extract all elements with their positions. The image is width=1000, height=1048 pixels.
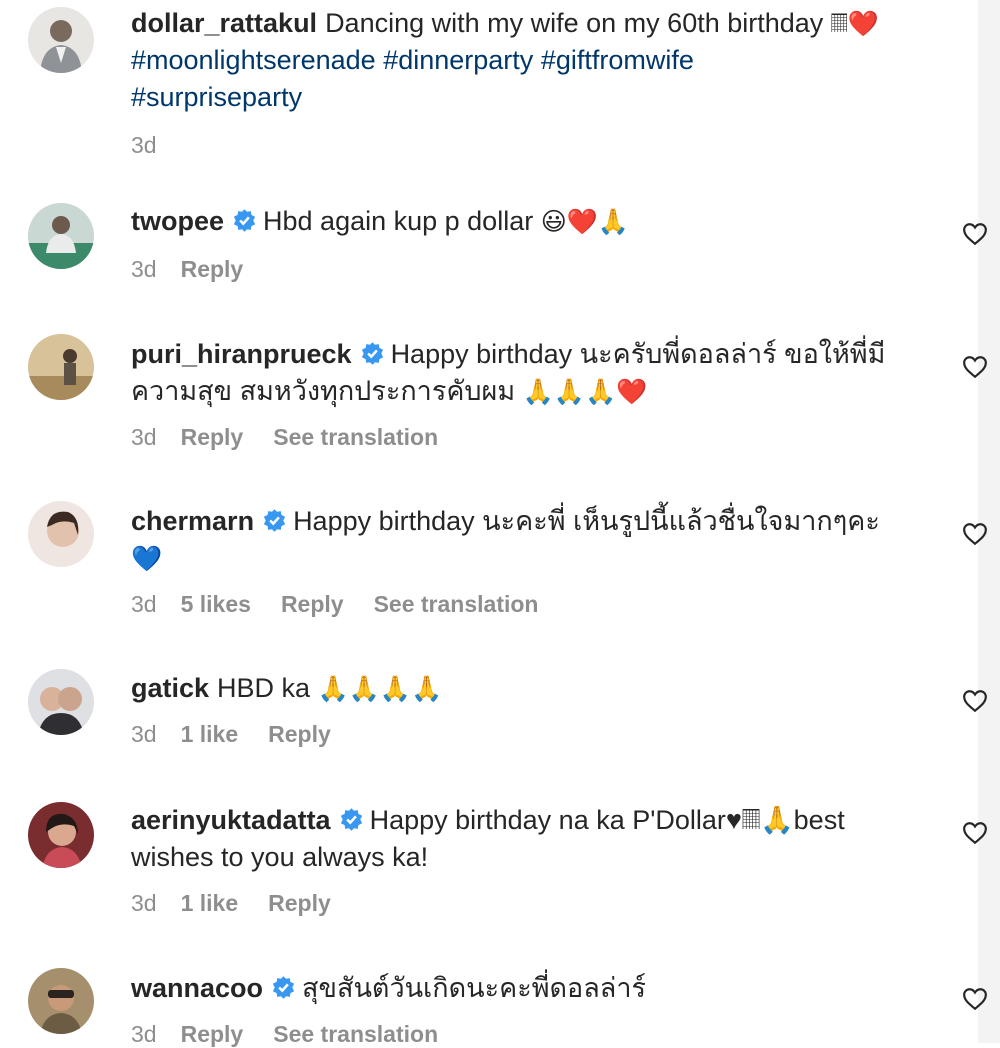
comment-username[interactable]: puri_hiranprueck bbox=[131, 339, 352, 369]
verified-badge-icon bbox=[340, 808, 362, 831]
likes-count[interactable]: 1 like bbox=[181, 890, 239, 916]
comment-username[interactable]: aerinyuktadatta bbox=[131, 805, 331, 835]
avatar[interactable] bbox=[28, 501, 94, 567]
comment-time[interactable]: 3d bbox=[131, 721, 157, 747]
reply-button[interactable]: Reply bbox=[181, 256, 244, 282]
verified-badge-icon bbox=[263, 509, 286, 532]
comment-emoji: 💙 bbox=[131, 544, 163, 573]
reply-button[interactable]: Reply bbox=[268, 721, 331, 747]
reply-button[interactable]: Reply bbox=[181, 1021, 244, 1047]
reply-button[interactable]: Reply bbox=[268, 890, 331, 916]
comment-username[interactable]: chermarn bbox=[131, 506, 254, 536]
comment-text: Happy birthday นะคะพี่ เห็นรูปนี้แล้วชื่… bbox=[293, 506, 880, 536]
hashtag[interactable]: #surpriseparty bbox=[131, 82, 302, 112]
reply-button[interactable]: Reply bbox=[281, 591, 344, 617]
comment-time[interactable]: 3d bbox=[131, 132, 157, 158]
avatar[interactable] bbox=[28, 669, 94, 735]
comment-text: Hbd again kup p dollar bbox=[263, 206, 534, 236]
avatar[interactable] bbox=[28, 334, 94, 400]
caption-text: Dancing with my wife on my 60th birthday bbox=[325, 8, 824, 38]
comment-time[interactable]: 3d bbox=[131, 424, 157, 450]
avatar[interactable] bbox=[28, 802, 94, 868]
likes-count[interactable]: 1 like bbox=[181, 721, 239, 747]
comment-time[interactable]: 3d bbox=[131, 1021, 157, 1047]
caption-emoji: 𝄜❤️ bbox=[830, 9, 879, 38]
comment-username[interactable]: twopee bbox=[131, 206, 224, 236]
heart-outline-icon[interactable] bbox=[962, 821, 988, 845]
verified-badge-icon bbox=[233, 209, 256, 232]
comment-time[interactable]: 3d bbox=[131, 591, 157, 617]
heart-outline-icon[interactable] bbox=[962, 355, 988, 379]
avatar[interactable] bbox=[28, 203, 94, 269]
see-translation-button[interactable]: See translation bbox=[273, 1021, 438, 1047]
heart-outline-icon[interactable] bbox=[962, 689, 988, 713]
avatar[interactable] bbox=[28, 968, 94, 1034]
comment-emoji: 🙏🙏🙏❤️ bbox=[522, 377, 648, 406]
caption-username[interactable]: dollar_rattakul bbox=[131, 8, 317, 38]
hashtag[interactable]: #giftfromwife bbox=[541, 45, 694, 75]
see-translation-button[interactable]: See translation bbox=[374, 591, 539, 617]
comment-emoji: 😃❤️🙏 bbox=[540, 207, 630, 236]
see-translation-button[interactable]: See translation bbox=[273, 424, 438, 450]
verified-badge-icon bbox=[272, 976, 295, 999]
heart-outline-icon[interactable] bbox=[962, 222, 988, 246]
likes-count[interactable]: 5 likes bbox=[181, 591, 251, 617]
comment-username[interactable]: wannacoo bbox=[131, 973, 263, 1003]
comment-emoji: 🙏🙏🙏🙏 bbox=[317, 674, 443, 703]
comment-time[interactable]: 3d bbox=[131, 256, 157, 282]
hashtag[interactable]: #dinnerparty bbox=[383, 45, 533, 75]
comment-text: สุขสันต์วันเกิดนะคะพี่ดอลล่าร์ bbox=[302, 973, 646, 1003]
reply-button[interactable]: Reply bbox=[181, 424, 244, 450]
comment-time[interactable]: 3d bbox=[131, 890, 157, 916]
avatar[interactable] bbox=[28, 7, 94, 73]
heart-outline-icon[interactable] bbox=[962, 522, 988, 546]
comment-text: HBD ka bbox=[217, 673, 311, 703]
hashtag[interactable]: #moonlightserenade bbox=[131, 45, 376, 75]
heart-outline-icon[interactable] bbox=[962, 987, 988, 1011]
verified-badge-icon bbox=[361, 342, 383, 365]
comment-username[interactable]: gatick bbox=[131, 673, 209, 703]
